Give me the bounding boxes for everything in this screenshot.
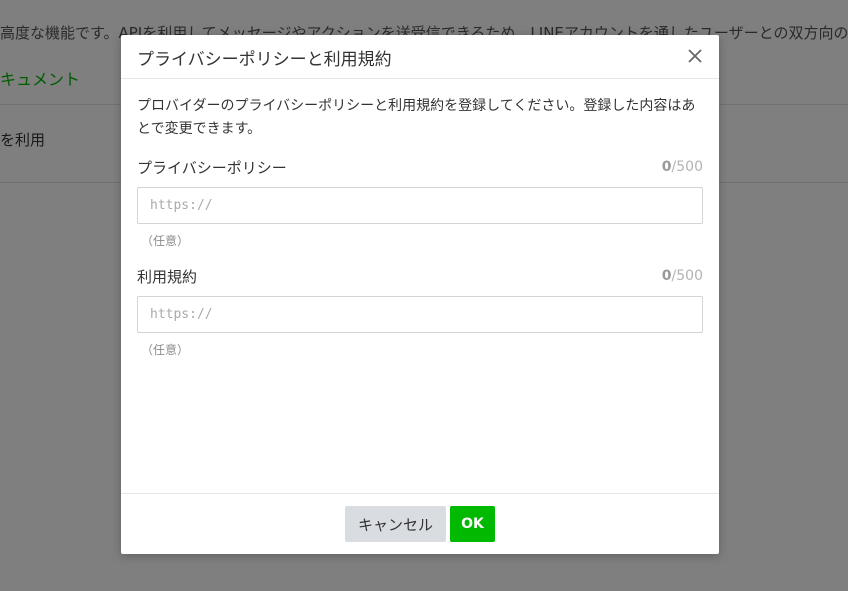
close-icon bbox=[688, 49, 702, 63]
terms-of-use-char-count: 0 bbox=[661, 268, 672, 284]
privacy-policy-char-counter: 0/500 bbox=[662, 159, 703, 175]
terms-of-use-char-counter: 0/500 bbox=[662, 268, 703, 284]
privacy-terms-dialog: プライバシーポリシーと利用規約 プロバイダーのプライバシーポリシーと利用規約を登… bbox=[121, 35, 719, 554]
privacy-policy-char-max: /500 bbox=[671, 159, 703, 175]
dialog-header: プライバシーポリシーと利用規約 bbox=[121, 35, 719, 79]
ok-button[interactable]: OK bbox=[450, 506, 495, 542]
dialog-footer: キャンセル OK bbox=[121, 493, 719, 554]
dialog-title: プライバシーポリシーと利用規約 bbox=[137, 50, 392, 70]
terms-of-use-optional-hint: （任意） bbox=[141, 343, 190, 357]
privacy-policy-optional-hint: （任意） bbox=[141, 234, 190, 248]
terms-of-use-label: 利用規約 bbox=[137, 268, 198, 286]
terms-of-use-char-max: /500 bbox=[671, 268, 703, 284]
privacy-policy-char-count: 0 bbox=[661, 159, 672, 175]
privacy-policy-url-input[interactable] bbox=[137, 187, 703, 224]
dialog-description: プロバイダーのプライバシーポリシーと利用規約を登録してください。登録した内容はあ… bbox=[137, 98, 696, 137]
close-button[interactable] bbox=[685, 46, 705, 66]
terms-of-use-url-input[interactable] bbox=[137, 296, 703, 333]
cancel-button[interactable]: キャンセル bbox=[345, 506, 446, 542]
privacy-policy-label: プライバシーポリシー bbox=[137, 159, 287, 177]
